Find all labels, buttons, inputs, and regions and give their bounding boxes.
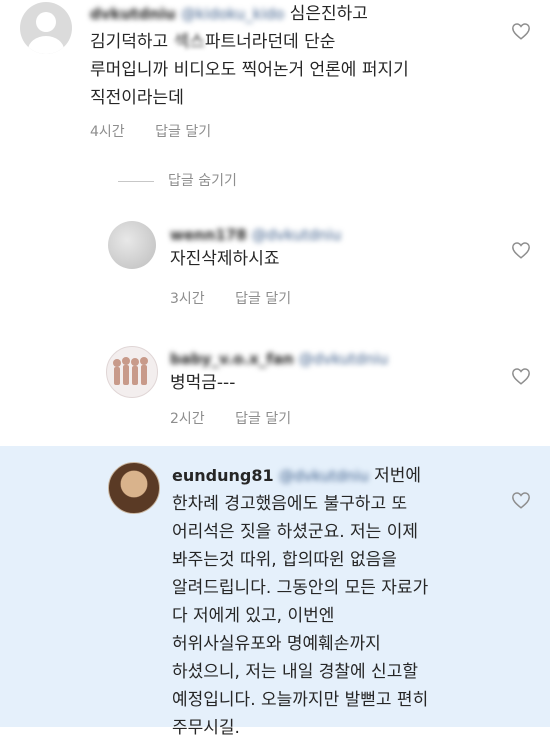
reply-button[interactable]: 답글 달기	[155, 121, 211, 141]
comment-text-line: 직전이라는데	[90, 88, 184, 108]
comment-text-line: 김기덕하고 섹스파트너라던데 단순	[90, 32, 336, 52]
comment-text: 병먹금---	[170, 373, 236, 393]
comment-text-line: 심은진하고	[289, 4, 368, 24]
hide-replies-label[interactable]: 답글 숨기기	[168, 173, 237, 189]
like-heart-icon[interactable]	[511, 241, 531, 259]
comment-mention[interactable]: @dvkutdniu	[298, 350, 388, 368]
hide-replies-line	[118, 180, 154, 182]
avatar-group-photo[interactable]	[106, 346, 158, 398]
comment-username[interactable]: baby_v.o.x_fan	[170, 350, 294, 368]
comment-username[interactable]: dvkutdniu	[90, 0, 176, 28]
comment-mention[interactable]: @dvkutdniu	[251, 226, 341, 244]
avatar-default[interactable]	[20, 2, 72, 54]
reply-button[interactable]: 답글 달기	[235, 288, 291, 308]
like-heart-icon[interactable]	[511, 491, 531, 509]
comment-text-line: 알려드립니다. 그동안의 모든 자료가	[172, 578, 429, 598]
comment-username[interactable]: eundung81	[172, 466, 274, 485]
comment-text-line: 한차례 경고했음에도 불구하고 또	[172, 494, 408, 514]
comment-text-line: 어리석은 짓을 하셨군요. 저는 이제	[172, 522, 418, 542]
reply-button[interactable]: 답글 달기	[235, 408, 291, 428]
avatar[interactable]	[108, 221, 156, 269]
comment-time: 3시간	[170, 291, 205, 307]
comment-text-line: 하셨으니, 저는 내일 경찰에 신고할	[172, 662, 418, 682]
avatar-user-photo[interactable]	[108, 462, 160, 514]
comment-text-line: 예정입니다. 오늘까지만 발뻗고 편히	[172, 690, 429, 710]
comment-text-line: 루머입니까 비디오도 찍어논거 언론에 퍼지기	[90, 60, 409, 80]
comment-time: 2시간	[170, 411, 205, 427]
comment-username[interactable]: wenn178	[170, 226, 247, 244]
comment-text-line: 다 저에게 있고, 이번엔	[172, 606, 335, 626]
comment-time: 4시간	[90, 124, 125, 140]
comment-text-line: 봐주는것 따위, 합의따윈 없음을	[172, 550, 397, 570]
comment-mention[interactable]: @kidoku_kido	[181, 0, 284, 28]
comment-mention[interactable]: @dvkutdniu	[279, 462, 369, 490]
like-heart-icon[interactable]	[511, 367, 531, 385]
comment-text: 자진삭제하시죠	[170, 249, 280, 269]
like-heart-icon[interactable]	[511, 22, 531, 40]
comment-text-line: 저번에	[374, 466, 422, 486]
comment-text-line: 주무시길.	[172, 718, 240, 738]
comment-text-line: 허위사실유포와 명예훼손까지	[172, 634, 381, 654]
hide-replies[interactable]: 답글 숨기기	[118, 170, 237, 190]
